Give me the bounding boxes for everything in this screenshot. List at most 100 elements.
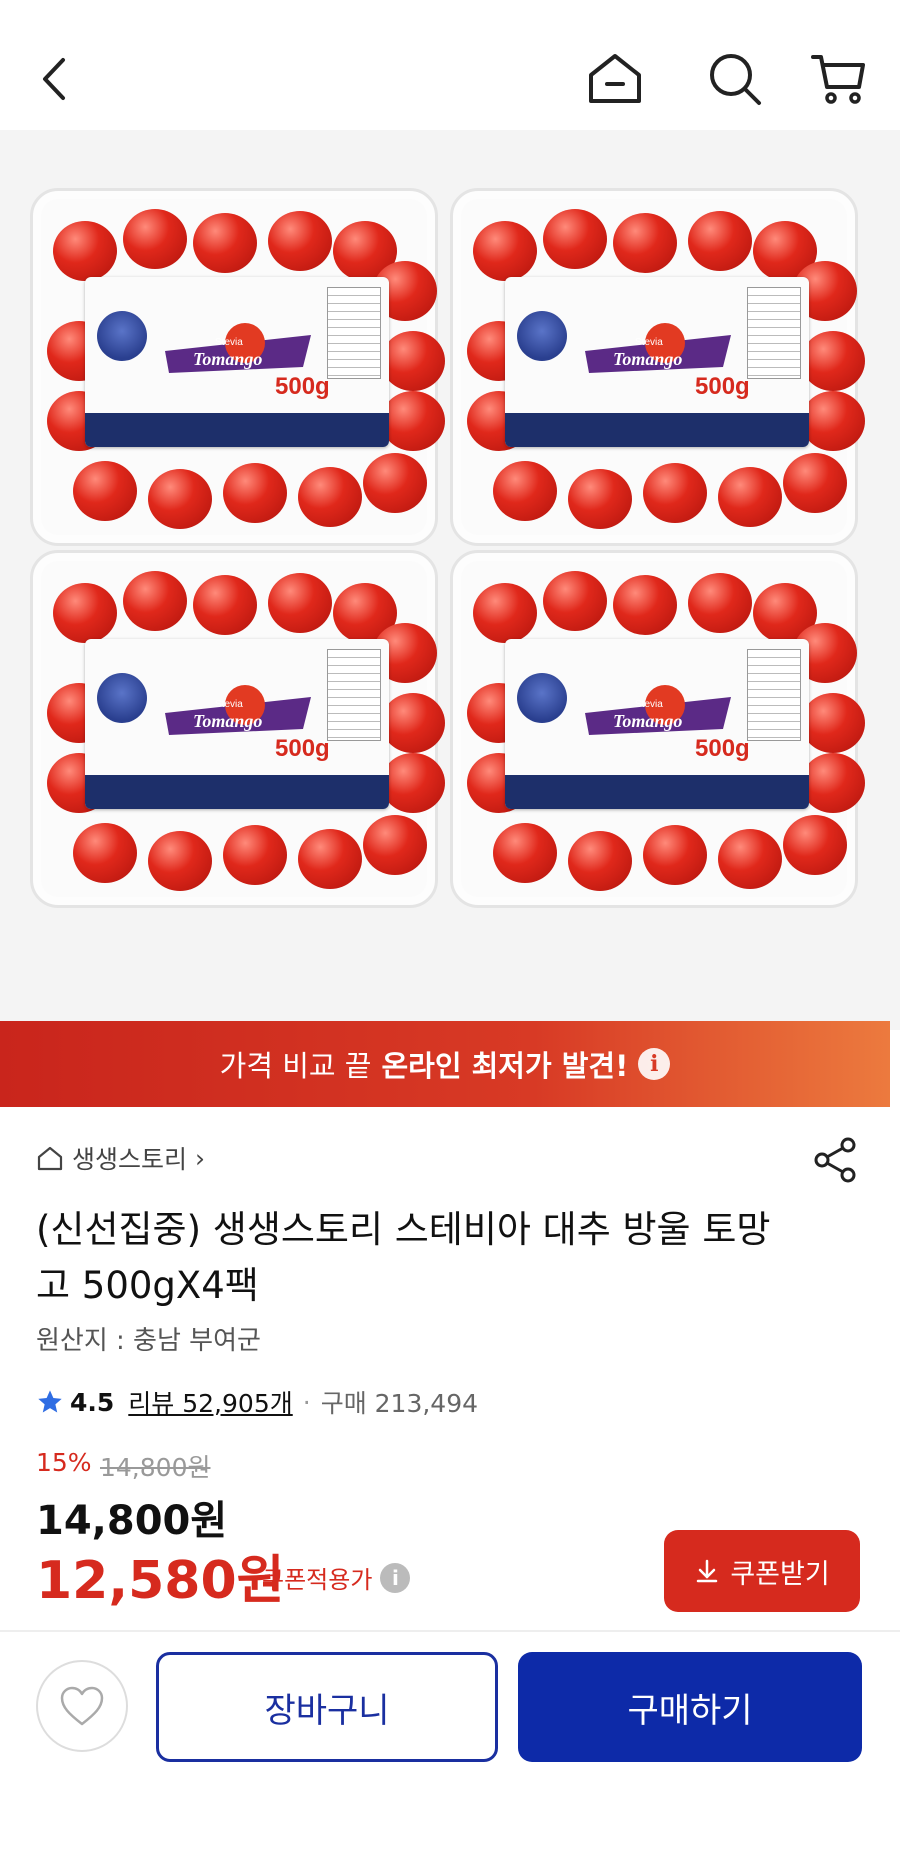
tomato bbox=[381, 331, 445, 391]
tomato bbox=[801, 331, 865, 391]
cart-icon[interactable] bbox=[804, 44, 874, 114]
chevron-left-icon[interactable] bbox=[20, 44, 90, 114]
tomato bbox=[643, 463, 707, 523]
tomato bbox=[193, 575, 257, 635]
tomato bbox=[801, 693, 865, 753]
coupon-price-label: 쿠폰적용가 i bbox=[262, 1560, 411, 1595]
tomato bbox=[363, 453, 427, 513]
search-icon[interactable] bbox=[700, 44, 770, 114]
tomato-pack: Stevia Tomango 500g bbox=[30, 550, 445, 908]
tomato bbox=[568, 469, 632, 529]
info-icon[interactable]: i bbox=[380, 1562, 411, 1593]
pack-weight: 500g bbox=[695, 373, 750, 400]
svg-text:Stevia: Stevia bbox=[635, 699, 663, 710]
get-coupon-button[interactable]: 쿠폰받기 bbox=[664, 1530, 860, 1612]
tomato bbox=[298, 829, 362, 889]
tomato bbox=[718, 829, 782, 889]
tomato bbox=[543, 571, 607, 631]
svg-text:Tomango: Tomango bbox=[193, 711, 262, 731]
label-band bbox=[505, 413, 809, 447]
wishlist-button[interactable] bbox=[36, 1660, 128, 1752]
tomato bbox=[493, 823, 557, 883]
pack-weight: 500g bbox=[695, 735, 750, 762]
tomato bbox=[298, 467, 362, 527]
tomato bbox=[148, 831, 212, 891]
tomato bbox=[613, 213, 677, 273]
reviews-link[interactable]: 리뷰 52,905개 bbox=[128, 1384, 292, 1420]
buy-now-button[interactable]: 구매하기 bbox=[518, 1652, 862, 1762]
original-price: 14,800원 bbox=[100, 1453, 211, 1482]
tomato-pack: Stevia Tomango 500g bbox=[30, 188, 445, 546]
tomato bbox=[543, 209, 607, 269]
nutrition-table bbox=[327, 287, 381, 379]
tomato-pack: Stevia Tomango 500g bbox=[450, 188, 865, 546]
label-band bbox=[505, 775, 809, 809]
store-name: 생생스토리 bbox=[72, 1145, 188, 1174]
nutrition-table bbox=[747, 649, 801, 741]
tomato bbox=[268, 211, 332, 271]
info-icon[interactable]: i bbox=[638, 1048, 671, 1080]
product-origin: 원산지 : 충남 부여군 bbox=[36, 1326, 261, 1356]
product-title: (신선집중) 생생스토리 스테비아 대추 방울 토망고 500gX4팩 bbox=[36, 1208, 771, 1307]
product-image-gallery[interactable]: Stevia Tomango 500g Stevia Tomango 500g Stevia… bbox=[0, 130, 900, 1030]
tomato bbox=[473, 583, 537, 643]
svg-text:Stevia: Stevia bbox=[635, 337, 663, 348]
tomato bbox=[568, 831, 632, 891]
coupon-label-text: 쿠폰적용가 bbox=[262, 1566, 373, 1594]
store-link[interactable]: 생생스토리 › bbox=[36, 1140, 205, 1176]
discount-percent: 15% bbox=[36, 1448, 92, 1477]
product-logo: SteviaTomango bbox=[165, 323, 311, 373]
tomato bbox=[801, 391, 865, 451]
label-band bbox=[85, 775, 389, 809]
svg-text:Tomango: Tomango bbox=[193, 349, 262, 369]
seal-logo bbox=[517, 311, 567, 361]
coupon-price: 12,580원 bbox=[36, 1551, 285, 1611]
download-icon bbox=[697, 1559, 718, 1583]
tomato bbox=[688, 573, 752, 633]
pack-label: Stevia Tomango 500g bbox=[505, 639, 809, 809]
lowest-price-banner[interactable]: 가격 비교 끝 온라인 최저가 발견! i bbox=[0, 1021, 890, 1107]
tomato bbox=[613, 575, 677, 635]
pack-label: Stevia Tomango 500g bbox=[85, 639, 389, 809]
tomato bbox=[473, 221, 537, 281]
rating-score: 4.5 bbox=[70, 1387, 115, 1417]
tomato-pack: Stevia Tomango 500g bbox=[450, 550, 865, 908]
share-icon[interactable] bbox=[810, 1135, 860, 1185]
home-icon[interactable] bbox=[580, 44, 650, 114]
product-logo: SteviaTomango bbox=[585, 685, 731, 735]
tomato bbox=[123, 209, 187, 269]
tomato bbox=[123, 571, 187, 631]
nutrition-table bbox=[747, 287, 801, 379]
chevron-right-icon: › bbox=[195, 1143, 206, 1173]
tomato bbox=[801, 753, 865, 813]
tomato bbox=[268, 573, 332, 633]
tomato bbox=[73, 461, 137, 521]
purchase-count: 구매 213,494 bbox=[320, 1389, 479, 1418]
label-band bbox=[85, 413, 389, 447]
tomato bbox=[363, 815, 427, 875]
store-home-icon bbox=[37, 1146, 63, 1171]
add-to-cart-button[interactable]: 장바구니 bbox=[156, 1652, 498, 1762]
tomato bbox=[73, 823, 137, 883]
tomato bbox=[53, 221, 117, 281]
promo-text-bold: 온라인 최저가 발견! bbox=[381, 1049, 629, 1083]
divider bbox=[0, 1630, 900, 1632]
tomato bbox=[493, 461, 557, 521]
nutrition-table bbox=[327, 649, 381, 741]
svg-text:Stevia: Stevia bbox=[215, 337, 243, 348]
svg-text:Stevia: Stevia bbox=[215, 699, 243, 710]
tomato bbox=[223, 463, 287, 523]
rating-row: 4.5 리뷰 52,905개 · 구매 213,494 bbox=[36, 1384, 478, 1420]
tomato bbox=[381, 753, 445, 813]
product-logo: SteviaTomango bbox=[165, 685, 311, 735]
pack-weight: 500g bbox=[275, 373, 330, 400]
promo-text: 가격 비교 끝 bbox=[219, 1049, 372, 1083]
pack-label: Stevia Tomango 500g bbox=[505, 277, 809, 447]
tomato bbox=[381, 391, 445, 451]
heart-icon bbox=[60, 1686, 104, 1726]
product-logo: SteviaTomango bbox=[585, 323, 731, 373]
tomato bbox=[643, 825, 707, 885]
tomato bbox=[381, 693, 445, 753]
tomato bbox=[148, 469, 212, 529]
seal-logo bbox=[97, 311, 147, 361]
